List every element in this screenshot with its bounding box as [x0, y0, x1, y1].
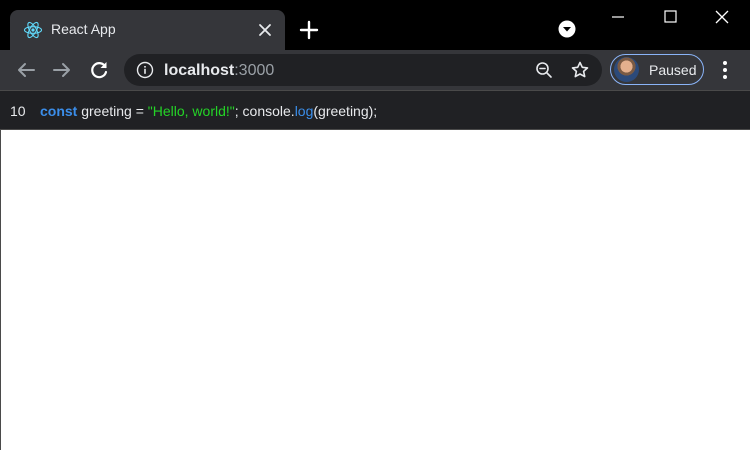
code-line: const greeting = "Hello, world!"; consol…	[40, 103, 377, 119]
zoom-out-icon[interactable]	[535, 61, 553, 79]
code-text: greeting =	[77, 103, 148, 119]
url-port: :3000	[234, 62, 275, 79]
more-vertical-icon[interactable]	[714, 58, 736, 82]
code-text: ; console.	[234, 103, 295, 119]
profile-button[interactable]: Paused	[610, 54, 704, 85]
star-icon[interactable]	[570, 60, 590, 80]
arrow-right-icon[interactable]	[50, 58, 74, 82]
code-function: log	[294, 103, 314, 119]
tab-react-app[interactable]: React App	[10, 10, 285, 50]
tab-title: React App	[51, 21, 116, 37]
close-icon[interactable]	[710, 6, 734, 28]
url-host: localhost	[164, 62, 235, 79]
reload-icon[interactable]	[87, 58, 111, 82]
code-keyword: const	[40, 103, 78, 119]
react-logo-icon	[23, 21, 43, 39]
avatar	[614, 57, 639, 82]
code-line-bar: 10 const greeting = "Hello, world!"; con…	[0, 90, 750, 130]
line-number: 10	[10, 103, 26, 119]
address-bar[interactable]: localhost:3000	[124, 54, 602, 86]
url-text[interactable]: localhost:3000	[164, 62, 274, 80]
tab-strip: React App	[0, 0, 750, 50]
code-string: "Hello, world!"	[147, 103, 235, 119]
plus-icon[interactable]	[298, 19, 320, 41]
maximize-icon[interactable]	[658, 6, 682, 28]
chevron-down-circle-icon[interactable]	[558, 20, 576, 38]
minimize-icon[interactable]	[606, 6, 630, 28]
arrow-left-icon[interactable]	[14, 58, 38, 82]
code-text: (greeting);	[313, 103, 378, 119]
close-icon[interactable]	[255, 20, 275, 40]
info-icon[interactable]	[136, 61, 154, 79]
profile-status-label: Paused	[649, 62, 697, 78]
page-content	[0, 130, 750, 450]
